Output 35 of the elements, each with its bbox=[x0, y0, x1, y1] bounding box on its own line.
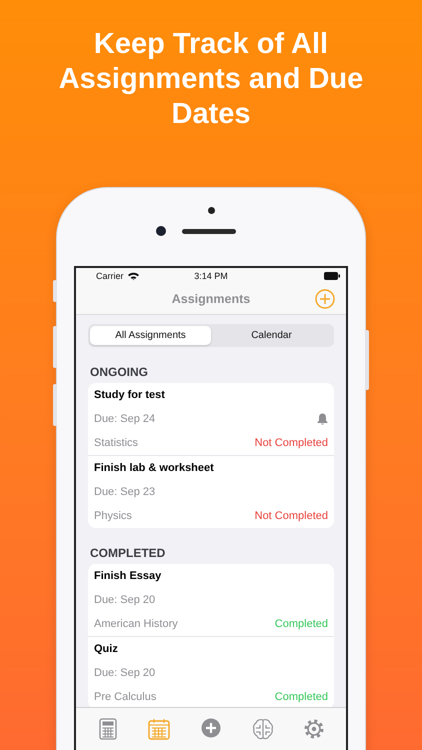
status-time: 3:14 PM bbox=[193, 271, 229, 282]
wifi-icon bbox=[128, 272, 139, 280]
status-label: Not Completed bbox=[254, 437, 328, 450]
assignment-title: Finish lab & worksheet bbox=[94, 462, 214, 474]
status-label: Completed bbox=[274, 618, 328, 630]
camera-dot bbox=[156, 226, 166, 236]
due-date: Due: Sep 24 bbox=[94, 413, 156, 426]
battery-icon bbox=[324, 272, 340, 280]
status-label: Completed bbox=[274, 691, 328, 704]
sensor-dot bbox=[208, 207, 214, 214]
section-header: ONGOING bbox=[90, 365, 150, 382]
subject-label: Physics bbox=[94, 510, 132, 522]
assignment-title: Finish Essay bbox=[94, 570, 162, 582]
brain-icon[interactable] bbox=[252, 718, 274, 740]
assignment-title: Quiz bbox=[94, 643, 118, 656]
speaker-grille bbox=[182, 228, 236, 234]
section-header: COMPLETED bbox=[90, 546, 166, 562]
due-date: Due: Sep 23 bbox=[94, 486, 156, 498]
headline: Keep Track of All Assignments and Due Dates bbox=[58, 27, 364, 132]
add-icon[interactable] bbox=[315, 289, 335, 310]
carrier-label: Carrier bbox=[96, 271, 124, 282]
subject-label: American History bbox=[94, 618, 178, 630]
segment-tab[interactable]: Calendar bbox=[211, 326, 332, 346]
calendar-icon[interactable] bbox=[148, 718, 170, 740]
settings-icon[interactable] bbox=[303, 718, 326, 740]
segment-tab[interactable]: All Assignments bbox=[90, 326, 211, 346]
assignment-title: Study for test bbox=[94, 389, 165, 402]
subject-label: Statistics bbox=[94, 437, 138, 450]
add-icon[interactable] bbox=[200, 718, 221, 738]
nav-title: Assignments bbox=[172, 292, 250, 306]
status-label: Not Completed bbox=[254, 510, 328, 522]
due-date: Due: Sep 20 bbox=[94, 667, 156, 680]
calculator-icon[interactable] bbox=[98, 718, 117, 740]
subject-label: Pre Calculus bbox=[94, 691, 156, 704]
due-date: Due: Sep 20 bbox=[94, 594, 156, 606]
